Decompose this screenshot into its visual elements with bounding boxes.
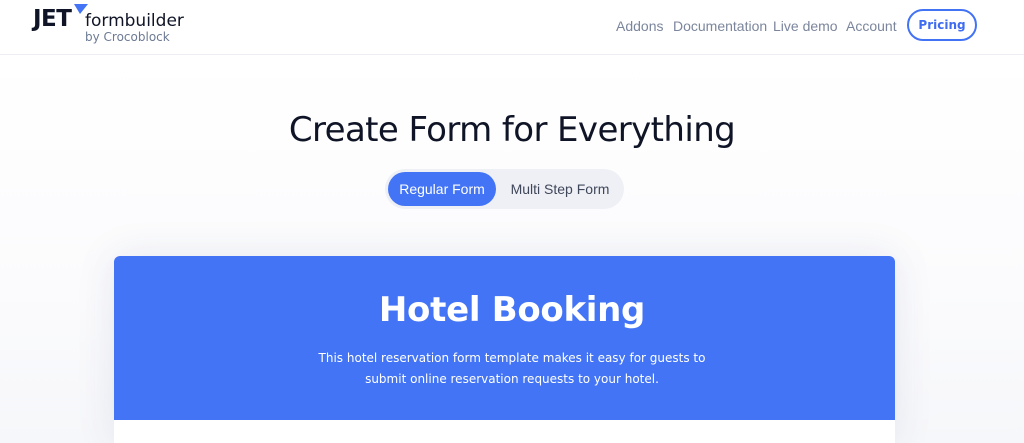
site-logo[interactable]: JET formbuilder by Crocoblock [33,4,193,48]
template-description-line-2: submit online reservation requests to yo… [365,372,659,386]
template-title: Hotel Booking [378,290,646,330]
template-card-body [114,420,895,443]
nav-link-addons[interactable]: Addons [616,17,663,35]
site-header: JET formbuilder by Crocoblock Addons Doc… [0,0,1024,55]
logo-byline: by Crocoblock [85,30,170,44]
pricing-button[interactable]: Pricing [907,9,977,41]
form-type-toggle: Regular Form Multi Step Form [385,169,624,209]
template-description: This hotel reservation form template mak… [262,348,762,390]
nav-link-documentation[interactable]: Documentation [673,17,767,35]
logo-jet-text: JET [33,6,72,32]
page-title: Create Form for Everything [288,110,736,150]
nav-link-account[interactable]: Account [846,17,897,35]
template-description-line-1: This hotel reservation form template mak… [318,351,706,365]
tab-multi-step-form[interactable]: Multi Step Form [498,172,622,206]
logo-formbuilder-text: formbuilder [85,11,184,31]
tab-regular-form[interactable]: Regular Form [388,172,496,206]
nav-link-live-demo[interactable]: Live demo [773,17,838,35]
template-card-banner [114,256,895,420]
